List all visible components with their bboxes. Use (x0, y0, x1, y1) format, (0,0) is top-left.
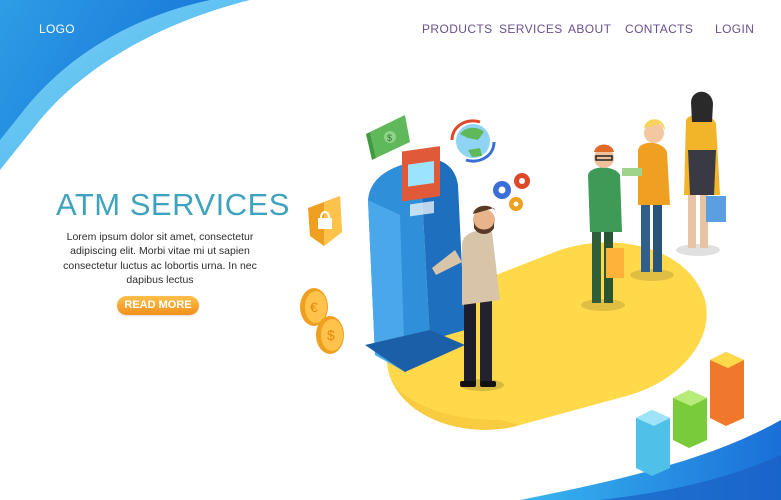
svg-text:$: $ (327, 327, 335, 343)
dollar-coin-icon: $ (316, 316, 344, 354)
landing-page: LOGO PRODUCTS SERVICES ABOUT CONTACTS LO… (0, 0, 781, 500)
atm-illustration: $ € $ (300, 91, 744, 476)
svg-text:€: € (310, 299, 318, 315)
shield-lock-icon (308, 196, 342, 246)
gears-icon (493, 173, 530, 211)
globe-icon (450, 119, 496, 163)
svg-text:$: $ (387, 133, 392, 143)
